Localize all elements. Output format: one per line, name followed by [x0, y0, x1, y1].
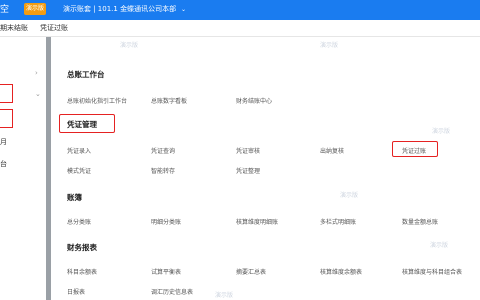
section-title-gl-workbench: 总账工作台 — [67, 70, 105, 79]
link-daily-report[interactable]: 日报表 — [67, 287, 85, 296]
section-title-financial-reports: 财务报表 — [67, 243, 97, 252]
link-multicolumn-ledger[interactable]: 多栏式明细账 — [320, 217, 356, 226]
chevron-down-icon[interactable]: ⌄ — [35, 90, 41, 98]
sidebar-item-highlighted[interactable] — [0, 84, 13, 103]
link-subsidiary-ledger[interactable]: 明细分类账 — [151, 217, 181, 226]
link-dimension-detail-ledger[interactable]: 核算维度明细账 — [236, 217, 278, 226]
link-trial-balance[interactable]: 试算平衡表 — [151, 267, 181, 276]
watermark: 演示版 — [120, 42, 139, 49]
link-smart-transfer[interactable]: 智能转存 — [151, 166, 175, 175]
link-gl-init-guide[interactable]: 总账初始化指引工作台 — [67, 96, 127, 105]
link-voucher-tidy[interactable]: 凭证整理 — [236, 166, 260, 175]
link-general-ledger[interactable]: 总分类账 — [67, 217, 91, 226]
demo-badge: 演示版 — [24, 3, 46, 15]
watermark: 演示版 — [320, 42, 339, 49]
watermark: 演示版 — [340, 192, 359, 199]
section-title-voucher-mgmt: 凭证管理 — [67, 120, 97, 129]
tab-voucher-posting[interactable]: 凭证过账 — [40, 20, 68, 37]
link-summary-report[interactable]: 摘要汇总表 — [236, 267, 266, 276]
top-bar: 空 演示版 演示账套 | 101.1 金蝶通讯公司本部 ⌄ — [0, 0, 480, 20]
link-voucher-review[interactable]: 凭证审核 — [236, 146, 260, 155]
chevron-down-icon[interactable]: ⌄ — [181, 3, 186, 16]
sidebar-item-highlighted-active[interactable] — [0, 109, 13, 128]
link-voucher-query[interactable]: 凭证查询 — [151, 146, 175, 155]
sidebar-item-label[interactable]: 月 — [0, 137, 7, 147]
sidebar: › ⌄ 月 台 — [0, 37, 46, 300]
link-gl-dashboard[interactable]: 总账数字看板 — [151, 96, 187, 105]
chevron-right-icon[interactable]: › — [35, 69, 38, 77]
link-fx-history[interactable]: 调汇历史信息表 — [151, 287, 193, 296]
link-closing-center[interactable]: 财务结账中心 — [236, 96, 272, 105]
watermark: 演示版 — [430, 242, 449, 249]
link-voucher-entry[interactable]: 凭证录入 — [67, 146, 91, 155]
org-selector[interactable]: 演示账套 | 101.1 金蝶通讯公司本部 — [63, 3, 176, 16]
tab-period-end-close[interactable]: 期末结账 — [0, 20, 28, 37]
link-cashier-recheck[interactable]: 出纳复核 — [320, 146, 344, 155]
tab-bar: 期末结账 凭证过账 — [0, 20, 480, 37]
link-account-balance[interactable]: 科目余额表 — [67, 267, 97, 276]
section-title-ledger: 账簿 — [67, 193, 82, 202]
link-dimension-account-combo[interactable]: 核算维度与科目组合表 — [402, 267, 462, 276]
sidebar-item-label[interactable]: 台 — [0, 159, 7, 169]
watermark: 演示版 — [432, 128, 451, 135]
watermark: 演示版 — [215, 292, 234, 299]
link-voucher-posting[interactable]: 凭证过账 — [402, 146, 426, 155]
link-template-voucher[interactable]: 模式凭证 — [67, 166, 91, 175]
link-dimension-balance[interactable]: 核算维度余额表 — [320, 267, 362, 276]
link-quantity-amount-ledger[interactable]: 数量金额总账 — [402, 217, 438, 226]
product-logo[interactable]: 空 — [0, 4, 9, 16]
sidebar-scrollbar[interactable] — [46, 37, 51, 300]
